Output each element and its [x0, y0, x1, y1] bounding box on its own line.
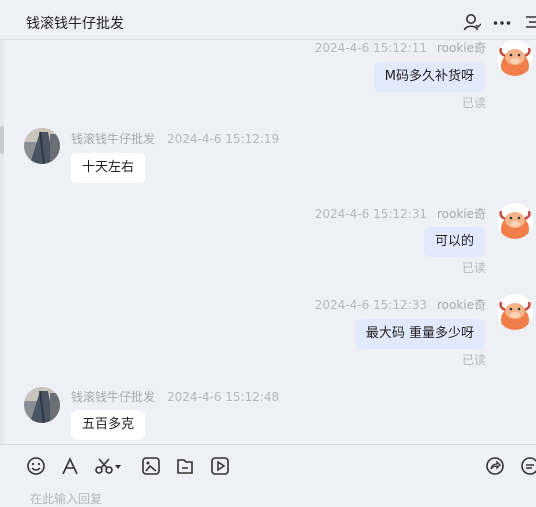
bull-avatar-icon — [497, 203, 533, 239]
user-profile-icon[interactable] — [463, 13, 481, 31]
message-time: 2024-4-6 15:12:33 — [314, 298, 427, 312]
more-icon[interactable] — [493, 20, 511, 26]
sender-name: rookie奇 — [436, 41, 486, 55]
sender-name: rookie奇 — [436, 207, 486, 221]
my-avatar[interactable] — [497, 203, 533, 239]
message-bubble: 最大码 重量多少呀 — [354, 319, 485, 349]
sender-name: 钱滚钱牛仔批发 — [71, 132, 156, 146]
video-icon[interactable] — [210, 456, 230, 476]
bull-avatar-icon — [497, 294, 533, 330]
chat-header: 钱滚钱牛仔批发 — [0, 0, 536, 40]
message-meta: 2024-4-6 15:12:11 rookie奇 — [315, 40, 486, 56]
message-meta: 2024-4-6 15:12:31 rookie奇 — [315, 205, 486, 222]
my-avatar[interactable] — [497, 40, 533, 76]
message-bubble: M码多久补货呀 — [373, 62, 485, 92]
message-time: 2024-4-6 15:12:11 — [314, 41, 427, 55]
image-icon[interactable] — [141, 456, 161, 476]
my-avatar[interactable] — [497, 294, 533, 330]
shop-avatar-icon — [24, 387, 60, 423]
share-icon[interactable] — [485, 456, 505, 476]
message-meta: 钱滚钱牛仔批发 2024-4-6 15:12:48 — [71, 388, 279, 405]
read-status: 已读 — [461, 261, 486, 275]
folder-icon[interactable] — [175, 456, 195, 476]
bull-avatar-icon — [497, 40, 533, 76]
quick-reply-icon[interactable] — [520, 456, 536, 476]
input-toolbar — [0, 444, 536, 494]
read-status: 已读 — [461, 353, 486, 367]
scissors-icon[interactable] — [94, 456, 122, 476]
message-bubble: 可以的 — [423, 227, 485, 257]
chat-title: 钱滚钱牛仔批发 — [26, 16, 124, 32]
message-list: 2024-4-6 15:12:11 rookie奇 M码多久补货呀 已读 钱滚钱牛… — [0, 40, 536, 444]
contact-avatar[interactable] — [24, 128, 60, 164]
message-time: 2024-4-6 15:12:48 — [167, 390, 280, 404]
message-bubble: 五百多克 — [71, 410, 146, 440]
contact-avatar[interactable] — [24, 387, 60, 423]
shop-avatar-icon — [24, 128, 60, 164]
message-input[interactable]: 在此输入回复 — [30, 490, 102, 507]
sender-name: rookie奇 — [436, 298, 486, 312]
font-icon[interactable] — [60, 456, 80, 476]
message-time: 2024-4-6 15:12:31 — [314, 207, 427, 221]
menu-list-icon[interactable] — [524, 15, 536, 29]
message-time: 2024-4-6 15:12:19 — [167, 132, 280, 146]
message-meta: 钱滚钱牛仔批发 2024-4-6 15:12:19 — [71, 130, 279, 147]
sender-name: 钱滚钱牛仔批发 — [71, 390, 156, 404]
read-status: 已读 — [461, 96, 486, 110]
message-meta: 2024-4-6 15:12:33 rookie奇 — [315, 296, 486, 313]
message-bubble: 十天左右 — [71, 153, 146, 183]
emoji-icon[interactable] — [26, 456, 46, 476]
